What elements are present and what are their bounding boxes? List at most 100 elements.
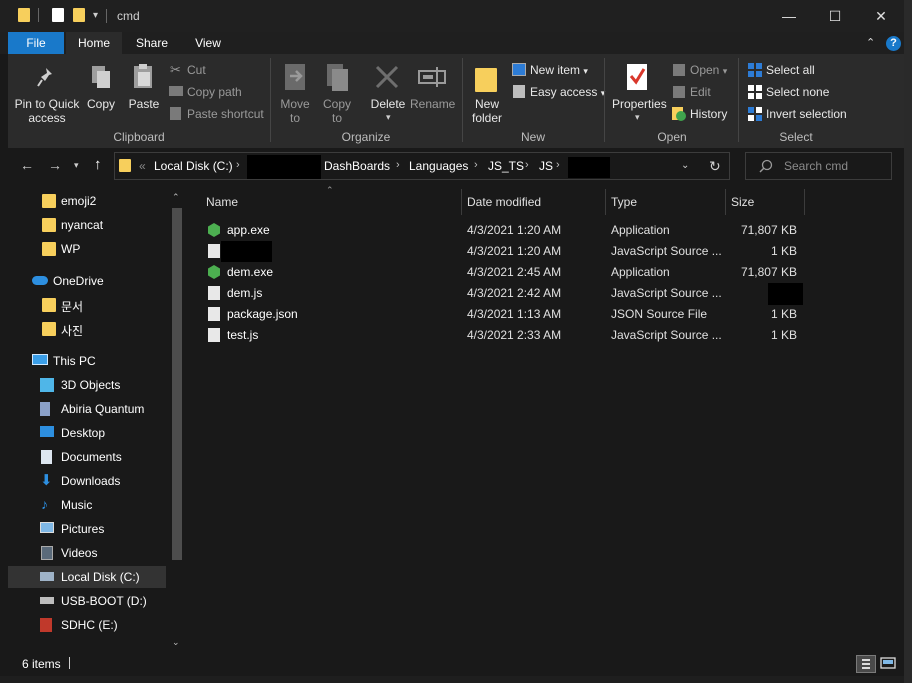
breadcrumb-dashboards[interactable]: DashBoards: [324, 159, 390, 173]
pictures-icon: [40, 522, 54, 533]
nav-scrollbar[interactable]: [172, 208, 182, 560]
nav-item-label: WP: [61, 242, 81, 256]
divider[interactable]: [461, 189, 462, 215]
column-header-date-modified[interactable]: Date modified: [467, 194, 541, 214]
nav-scroll-down-icon[interactable]: ⌄: [172, 637, 180, 648]
nav-item-pictures-onedrive[interactable]: 사진: [8, 318, 168, 340]
nav-item-music[interactable]: ♪ Music: [8, 494, 168, 516]
nav-item-onedrive[interactable]: OneDrive: [8, 270, 168, 292]
history-button[interactable]: History: [690, 107, 727, 121]
maximize-button[interactable]: ☐: [812, 0, 858, 32]
select-all-button[interactable]: Select all: [766, 63, 815, 77]
invert-selection-button[interactable]: Invert selection: [766, 107, 847, 121]
breadcrumb-languages[interactable]: Languages: [409, 159, 468, 173]
nav-item-videos[interactable]: Videos: [8, 542, 168, 564]
column-header-name[interactable]: Name: [206, 194, 238, 214]
close-button[interactable]: ✕: [858, 0, 904, 32]
rename-button[interactable]: Rename: [410, 97, 455, 111]
file-row[interactable]: 4/3/2021 1:20 AM JavaScript Source ... 1…: [198, 241, 808, 262]
js-icon: [208, 328, 220, 342]
minimize-button[interactable]: —: [766, 0, 812, 32]
new-item-button[interactable]: New item ▾: [530, 63, 588, 78]
recent-locations-dropdown-icon[interactable]: ▾: [74, 160, 79, 171]
nav-item-local-disk-c[interactable]: Local Disk (C:): [8, 566, 168, 588]
properties-button[interactable]: Properties: [612, 97, 667, 111]
nav-item-emoji2[interactable]: emoji2: [8, 190, 168, 212]
nav-item-pictures[interactable]: Pictures: [8, 518, 168, 540]
forward-arrow-icon[interactable]: →: [48, 157, 62, 173]
nav-item-nyancat[interactable]: nyancat: [8, 214, 168, 236]
new-folder-button[interactable]: New folder: [468, 97, 506, 125]
breadcrumb-chevron-icon[interactable]: ›: [556, 159, 560, 171]
nav-item-usb-boot-d[interactable]: USB-BOOT (D:): [8, 590, 168, 612]
delete-dropdown-icon[interactable]: ▾: [386, 112, 391, 123]
nav-item-label: USB-BOOT (D:): [61, 594, 147, 608]
nav-item-desktop[interactable]: Desktop: [8, 422, 168, 444]
tab-home[interactable]: Home: [66, 32, 122, 54]
select-none-button[interactable]: Select none: [766, 85, 829, 99]
quick-access-dropdown-icon[interactable]: ▾: [93, 10, 98, 21]
breadcrumb-chevron-icon[interactable]: ›: [474, 159, 478, 171]
copy-to-button[interactable]: Copy to: [320, 97, 354, 125]
edit-icon: [673, 86, 685, 98]
copy-button[interactable]: Copy: [84, 97, 118, 111]
search-input[interactable]: Search cmd: [784, 159, 848, 173]
column-header-type[interactable]: Type: [611, 194, 637, 214]
tab-file[interactable]: File: [8, 32, 64, 54]
nav-item-sdhc-e[interactable]: SDHC (E:): [8, 614, 168, 636]
tab-share[interactable]: Share: [124, 32, 180, 54]
collapse-ribbon-icon[interactable]: ⌃: [866, 36, 875, 49]
open-button[interactable]: Open ▾: [690, 63, 727, 78]
breadcrumb-chevron-icon[interactable]: ›: [396, 159, 400, 171]
properties-quick-icon[interactable]: [52, 8, 64, 22]
history-icon: [672, 107, 686, 121]
nav-item-documents[interactable]: Documents: [8, 446, 168, 468]
column-header-size[interactable]: Size: [731, 194, 754, 214]
nav-item-label: Abiria Quantum: [61, 402, 145, 416]
breadcrumb-overflow-icon[interactable]: «: [139, 159, 146, 173]
nav-scroll-up-icon[interactable]: ⌃: [172, 192, 180, 203]
file-row[interactable]: app.exe 4/3/2021 1:20 AM Application 71,…: [198, 220, 808, 241]
divider[interactable]: [605, 189, 606, 215]
breadcrumb-local-disk[interactable]: Local Disk (C:): [154, 159, 233, 173]
tab-view[interactable]: View: [180, 32, 236, 54]
nav-item-downloads[interactable]: ⬇ Downloads: [8, 470, 168, 492]
help-icon[interactable]: ?: [886, 36, 901, 51]
move-to-button[interactable]: Move to: [278, 97, 312, 125]
refresh-icon[interactable]: ↻: [709, 158, 721, 175]
folder-icon: [42, 298, 56, 312]
properties-dropdown-icon[interactable]: ▾: [635, 112, 640, 123]
address-dropdown-icon[interactable]: ⌄: [681, 160, 689, 171]
file-row[interactable]: test.js 4/3/2021 2:33 AM JavaScript Sour…: [198, 325, 808, 346]
breadcrumb-js[interactable]: JS: [539, 159, 553, 173]
large-icons-view-icon[interactable]: [880, 656, 896, 670]
nav-item-this-pc[interactable]: This PC: [8, 350, 168, 372]
file-row[interactable]: package.json 4/3/2021 1:13 AM JSON Sourc…: [198, 304, 808, 325]
file-row[interactable]: dem.exe 4/3/2021 2:45 AM Application 71,…: [198, 262, 808, 283]
new-folder-quick-icon[interactable]: [73, 8, 85, 22]
easy-access-button[interactable]: Easy access ▾: [530, 85, 605, 100]
nav-item-abiria-quantum[interactable]: Abiria Quantum: [8, 398, 168, 420]
breadcrumb-chevron-icon[interactable]: ›: [525, 159, 529, 171]
nav-item-3d-objects[interactable]: 3D Objects: [8, 374, 168, 396]
edit-button[interactable]: Edit: [690, 85, 711, 99]
delete-button[interactable]: Delete: [366, 97, 410, 111]
paste-button[interactable]: Paste: [126, 97, 162, 111]
nav-item-wp[interactable]: WP: [8, 238, 168, 260]
copy-path-button[interactable]: Copy path: [187, 85, 242, 99]
details-view-icon[interactable]: [856, 655, 876, 673]
pin-to-quick-access-button[interactable]: Pin to Quick access: [14, 97, 80, 125]
breadcrumb-chevron-icon[interactable]: ›: [236, 159, 240, 171]
up-arrow-icon[interactable]: ↑: [94, 156, 102, 173]
clipboard-group-label: Clipboard: [113, 130, 165, 144]
back-arrow-icon[interactable]: ←: [20, 157, 34, 173]
paste-shortcut-button[interactable]: Paste shortcut: [187, 107, 264, 121]
nav-item-documents-onedrive[interactable]: 문서: [8, 294, 168, 316]
divider[interactable]: [725, 189, 726, 215]
file-type: Application: [611, 265, 670, 279]
divider[interactable]: [804, 189, 805, 215]
breadcrumb-js-ts[interactable]: JS_TS: [488, 159, 524, 173]
cut-button[interactable]: Cut: [187, 63, 206, 77]
file-row[interactable]: dem.js 4/3/2021 2:42 AM JavaScript Sourc…: [198, 283, 808, 305]
folder-icon: [42, 242, 56, 256]
